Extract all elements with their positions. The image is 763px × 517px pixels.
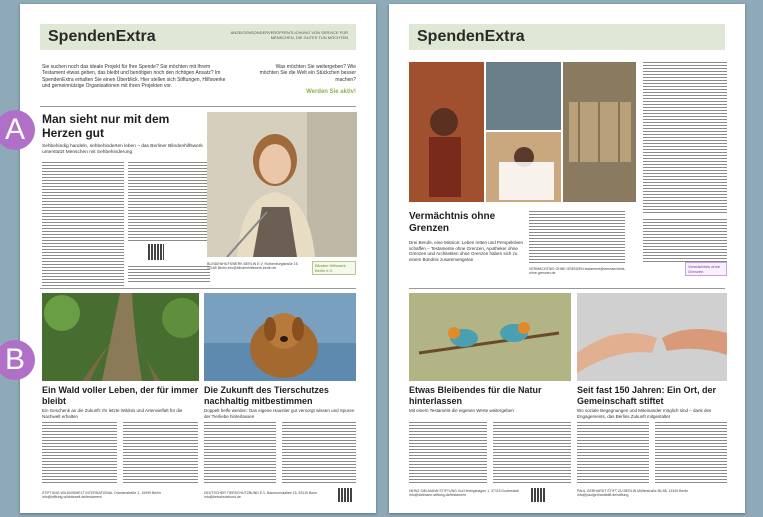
article-b1-lead: Ein Geschenk an die Zukunft: Ihr letzte … <box>42 408 183 419</box>
p2-intro-body <box>643 62 727 214</box>
article-b2-footer: DEUTSCHER TIERSCHUTZBUND E.V. Baumschula… <box>204 491 318 500</box>
intro-text: Sie suchen noch das ideale Projekt für I… <box>42 64 226 89</box>
divider <box>40 288 356 289</box>
p2-b2-photo <box>577 293 727 381</box>
p2-b2-lead: Wo soziale Begegnungen und Miteinander m… <box>577 408 712 419</box>
divider <box>40 106 356 107</box>
qr-code <box>148 244 164 260</box>
article-a-headline: Man sieht nur mit dem Herzen gut <box>42 112 170 140</box>
p2-b1-headline: Etwas Bleibendes für die Natur hinterlas… <box>409 385 542 406</box>
p2-article-lead: Drei Berufe, eine Mission: Leben retten … <box>409 240 524 262</box>
article-a-body-col1 <box>42 162 124 286</box>
article-a-logo: Blinden Hilfswerk Berlin e.V. <box>312 261 356 275</box>
masthead-subtitle: ANZEIGENSONDERVERÖFFENTLICHUNG VON SERVI… <box>230 30 348 40</box>
p2-b1-body-col2 <box>493 422 571 484</box>
article-b2-photo <box>204 293 356 381</box>
article-b2-body-col1 <box>204 422 276 484</box>
qr-code <box>338 488 352 502</box>
article-b2-body-col2 <box>282 422 356 484</box>
p2-article-logo: Vermächtnis ohne Grenzen <box>685 262 727 276</box>
masthead-title: SpendenExtra <box>417 28 525 45</box>
article-b1-headline: Ein Wald voller Leben, der für immer ble… <box>42 385 199 406</box>
masthead: SpendenExtra <box>409 24 725 50</box>
article-a-contact <box>128 266 210 284</box>
qr-code <box>531 488 545 502</box>
masthead-title: SpendenExtra <box>48 28 156 45</box>
article-b1-body-col2 <box>123 422 198 484</box>
intro-question: Was möchten Sie weitergeben? Wie möchten… <box>259 64 356 83</box>
p2-b2-body-col1 <box>577 422 649 484</box>
p2-b1-body-col1 <box>409 422 487 484</box>
p2-photo-collage <box>409 62 636 202</box>
p2-b1-footer: HEINZ SIELMANN STIFTUNG Gut Herbigshagen… <box>409 489 519 498</box>
p2-article-headline: Vermächtnis ohne Grenzen <box>409 211 496 234</box>
p2-article-body-right <box>643 219 727 264</box>
p2-article-body <box>529 211 625 263</box>
p2-b2-body-col2 <box>655 422 727 484</box>
article-b2-headline: Die Zukunft des Tierschutzes nachhaltig … <box>204 385 329 406</box>
left-page: SpendenExtra ANZEIGENSONDERVERÖFFENTLICH… <box>20 4 376 513</box>
p2-b2-headline: Seit fast 150 Jahren: Ein Ort, der Gemei… <box>577 385 717 406</box>
article-a-footer: BLINDENHILFSWERK BERLIN E.V. Rothenburgs… <box>207 262 299 271</box>
p2-b1-lead: Mit einem Testament die eigenen Werte we… <box>409 408 514 413</box>
right-page: SpendenExtra Vermächtnis ohne Grenzen Dr… <box>389 4 745 513</box>
p2-b1-photo <box>409 293 571 381</box>
article-b2-lead: Doppelt helfe werden: Das eigene Haustie… <box>204 408 355 419</box>
masthead: SpendenExtra ANZEIGENSONDERVERÖFFENTLICH… <box>40 24 356 50</box>
intro-cta: Werden Sie aktiv! <box>306 89 356 95</box>
article-b1-photo <box>42 293 199 381</box>
divider <box>409 288 725 289</box>
article-b1-footer: STIFTUNG WILDNISWELT INTERNATIONAL Orani… <box>42 491 161 500</box>
article-b1-body-col1 <box>42 422 117 484</box>
article-a-photo <box>207 112 357 257</box>
p2-article-footer: VERMÄCHTNIS OHNE GRENZEN testament@verma… <box>529 267 626 276</box>
p2-b2-footer: PAUL GERHARDT STIFT ZU BERLIN Müllerstra… <box>577 489 689 498</box>
article-a-lead: Sehbehindig handeln, sehbehinderten lebe… <box>42 144 203 155</box>
article-a-body-col2 <box>128 162 210 242</box>
